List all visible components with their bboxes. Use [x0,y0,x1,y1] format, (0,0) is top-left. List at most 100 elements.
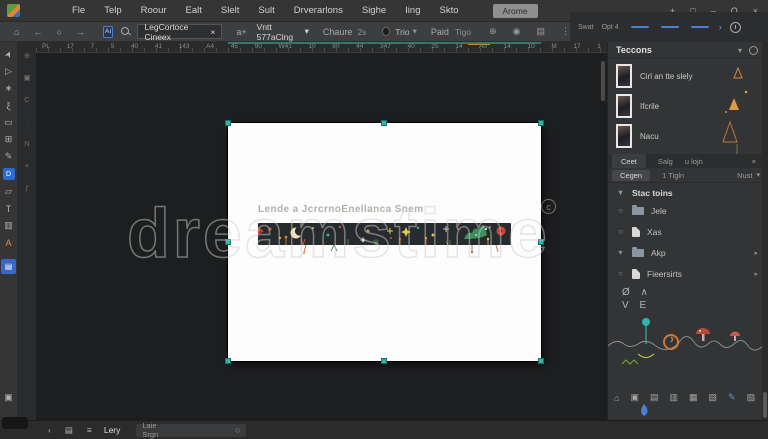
home-icon[interactable]: ⌂ [14,27,19,37]
rectangle-tool-icon[interactable]: ▭ [4,114,13,131]
scrollbar-thumb[interactable] [763,392,767,418]
strip-tool-icon[interactable]: N [24,132,29,154]
arome-button[interactable]: Arome [492,3,538,18]
selection-handle[interactable] [225,239,231,245]
nust-dropdown[interactable]: Nust [737,171,752,180]
selection-handle[interactable] [538,120,544,126]
grid-icon[interactable]: ▤ [537,26,546,37]
sync-circle-icon[interactable]: ○ [56,27,61,37]
panel-options-icon[interactable] [749,46,758,55]
chevron-right-icon[interactable]: ▸ [754,270,758,278]
dock-panel-icon[interactable]: ▨ [747,392,756,403]
trio-dropdown[interactable]: Trio [395,27,409,37]
slider-track[interactable] [630,26,649,28]
back-arrow-icon[interactable]: ← [33,27,42,37]
selection-handle[interactable] [381,120,387,126]
expand-arrow-icon[interactable]: › [719,22,722,32]
edit-toolbar-icon[interactable]: ▣ [4,389,13,406]
tree-row[interactable]: ○ Xas [608,221,768,242]
type-tool-icon[interactable]: T [6,200,12,217]
slider-track[interactable] [690,26,709,28]
horizontal-ruler[interactable]: PL 17 75 40 41 143 A4 45 90 W41 10 80 44 347 40… [36,42,607,53]
strip-tool-icon[interactable]: ƒ [25,176,29,198]
dock-panel-icon[interactable]: ▥ [669,392,678,403]
gradient-tool-icon[interactable]: ▥ [4,217,13,234]
menu-item-skto[interactable]: Skto [440,5,459,16]
document-preset-dropdown[interactable]: Vntt 577aClng ▾ [257,22,309,42]
magic-wand-tool-icon[interactable]: ∗ [5,80,13,97]
teccons-item[interactable]: Cirl an tte slely [608,61,718,91]
tab-ceet[interactable]: Ceet [612,154,646,168]
forward-arrow-icon[interactable]: → [76,27,85,37]
selection-handle[interactable] [538,239,544,245]
strip-tool-icon[interactable]: ▣ [23,66,30,88]
document-tab-close-icon[interactable]: × [210,27,215,37]
visibility-toggle-icon[interactable]: ○ [616,206,625,215]
search-icon[interactable] [121,26,130,37]
menu-item-ealt[interactable]: Ealt [186,5,202,16]
panel-scrollbar[interactable] [762,42,768,420]
active-tool-icon[interactable]: ▤ [1,259,16,274]
selection-handle[interactable] [381,358,387,364]
tab-ulojn[interactable]: u lojn [685,157,703,166]
strip-tool-icon[interactable]: C [24,88,29,110]
canvas[interactable]: Lende a JcrcrnoEnellanca Snem c [36,53,607,420]
strip-tool-icon[interactable]: · [26,110,29,132]
dock-panel-icon[interactable]: ▧ [709,392,718,403]
banner-artwork[interactable] [258,223,511,260]
menu-item-file[interactable]: Fle [72,5,85,16]
selection-tool-icon[interactable]: ➤ [0,47,18,61]
shape-builder-tool-icon[interactable]: D [2,168,15,180]
teccons-item[interactable]: Ifcrile [608,91,718,121]
status-field[interactable]: Laie Srgn ○ [136,421,247,439]
dock-panel-icon[interactable]: ▤ [650,392,659,403]
teccons-panel-header[interactable]: Teccons ▾ [608,42,768,59]
add-text-icon[interactable]: a+ [236,27,246,37]
pen-tool-icon[interactable]: ✎ [5,148,13,165]
paintbrush-tool-icon[interactable]: A [5,234,11,251]
menu-item-drverarlons[interactable]: Drverarlons [294,5,343,16]
artboard-tool-icon[interactable]: ⊞ [5,131,13,148]
document-tab[interactable]: LegCortoce Cineex × [137,22,223,42]
menu-item-sighe[interactable]: Sighe [362,5,386,16]
close-icon[interactable]: × [752,157,756,166]
canvas-scrollbar[interactable] [601,61,605,101]
lasso-tool-icon[interactable]: ξ [6,97,10,114]
back-chevron-icon[interactable]: ‹ [48,425,51,435]
slider-track[interactable] [660,26,679,28]
chevron-down-icon[interactable]: ▾ [616,188,625,197]
menu-item-telp[interactable]: Telp [104,5,121,16]
visibility-toggle-icon[interactable]: ○ [616,227,625,236]
tree-header[interactable]: ▾ Stac toins [608,185,768,200]
brush-icon[interactable]: ✎ [728,392,736,403]
strip-tool-icon[interactable]: + [25,154,29,176]
selection-handle[interactable] [225,120,231,126]
list-icon[interactable]: ≡ [87,425,92,435]
selection-handle[interactable] [225,358,231,364]
chevron-down-icon[interactable]: ▾ [738,46,742,55]
teccons-item[interactable]: Nacu [608,121,718,151]
page-icon[interactable]: ▤ [65,425,73,436]
history-clock-icon[interactable] [729,21,741,33]
ruler-origin-icon[interactable]: ⊕ [24,44,30,66]
expand-toggle-icon[interactable]: ▾ [616,248,625,257]
globe-icon[interactable]: ◉ [513,26,521,37]
menu-item-slelt[interactable]: Slelt [221,5,239,16]
tree-row[interactable]: ▾ Akp ▸ [608,242,768,263]
more-options-icon[interactable]: ⋮ [561,26,570,37]
selection-handle[interactable] [538,358,544,364]
cegen-button[interactable]: Cegen [612,169,651,181]
tree-row[interactable]: ○ Fieersirts ▸ [608,263,768,284]
home-icon[interactable]: ⌂ [614,393,619,403]
color-swatch-icon[interactable] [382,27,391,36]
chevron-right-icon[interactable]: ▸ [754,249,758,257]
shaper-tool-icon[interactable]: ▱ [5,183,12,200]
visibility-toggle-icon[interactable]: ○ [616,269,625,278]
snap-icon[interactable]: ⊕ [489,26,497,37]
menu-item-sult[interactable]: Sult [258,5,274,16]
tab-salg[interactable]: Salg [658,157,673,166]
dock-panel-icon[interactable]: ▦ [689,392,698,403]
menu-item-iing[interactable]: Iing [405,5,420,16]
dock-panel-icon[interactable]: ▣ [630,392,639,403]
direct-selection-tool-icon[interactable]: ▷ [5,63,12,80]
